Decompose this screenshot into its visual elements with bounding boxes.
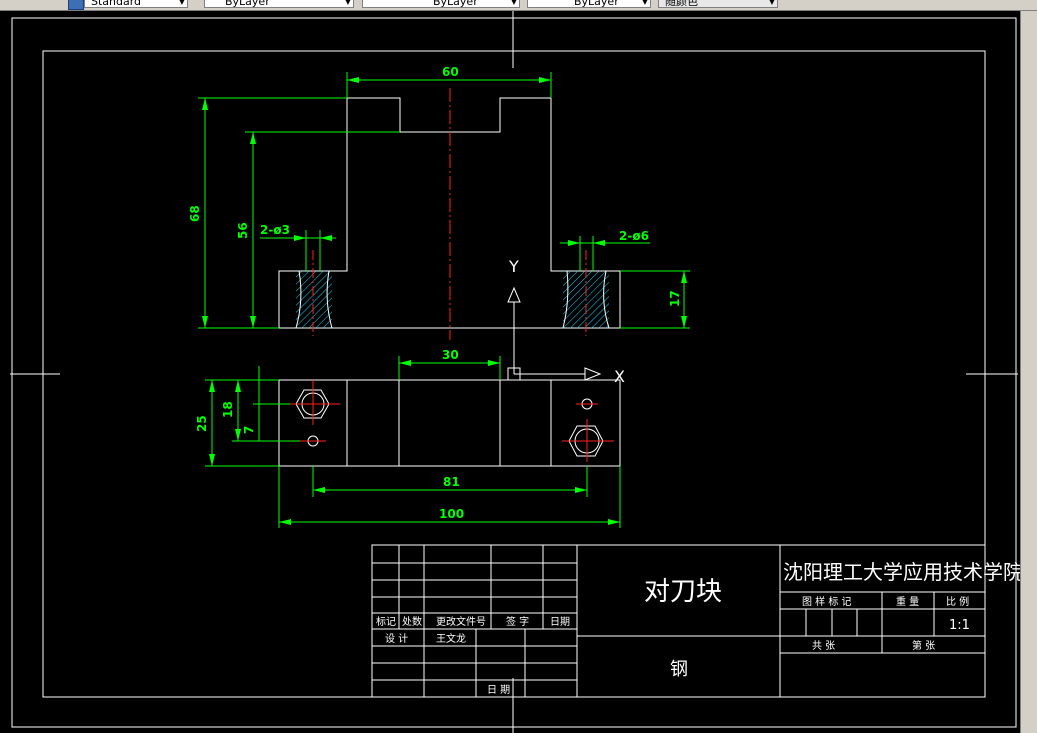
dim-17: 17	[668, 290, 682, 307]
dim-30: 30	[442, 348, 459, 362]
dimension-lines	[198, 72, 690, 528]
design-label: 设 计	[385, 632, 408, 645]
dim-2-dia6: 2-ø6	[619, 229, 649, 243]
front-view	[278, 88, 621, 340]
part-name: 对刀块	[644, 577, 722, 607]
properties-toolbar: Standard ▼ ByLayer ▼ ByLayer ▼ ByLayer ▼ 随颜色…	[0, 0, 1037, 11]
chevron-down-icon: ▼	[641, 0, 648, 6]
text-style-icon[interactable]	[68, 0, 84, 10]
chevron-down-icon: ▼	[344, 0, 351, 6]
lineweight-dropdown[interactable]: ByLayer ▼	[527, 0, 651, 8]
linetype-dropdown[interactable]: ByLayer ▼	[362, 0, 520, 8]
col-date: 日期	[550, 616, 570, 628]
sheet-no: 第 张	[912, 639, 935, 652]
scale-label: 比 例	[946, 595, 969, 608]
chevron-down-icon: ▼	[768, 0, 775, 6]
col-mark: 标记	[376, 616, 396, 628]
dim-25: 25	[195, 415, 209, 432]
cad-drawing-canvas[interactable]: Y X 60 68 56 2-ø3 2-ø6 17 30 25 18 7 81 …	[0, 11, 1020, 733]
x-axis-label: X	[614, 367, 625, 386]
material: 钢	[670, 659, 688, 680]
date-label: 日 期	[487, 684, 510, 696]
dim-18: 18	[221, 401, 235, 418]
dimension-arrows	[202, 77, 687, 525]
col-sign: 签 字	[506, 615, 529, 628]
school-name: 沈阳理工大学应用技术学院	[783, 560, 1020, 584]
col-count: 处数	[402, 615, 422, 628]
layer-dropdown[interactable]: ByLayer ▼	[204, 0, 354, 8]
vertical-scrollbar[interactable]	[1020, 11, 1037, 733]
col-change-doc: 更改文件号	[436, 615, 486, 628]
plotstyle-dropdown[interactable]: 随颜色 ▼	[658, 0, 778, 8]
dim-68: 68	[188, 205, 202, 222]
left-bore-hatch	[296, 271, 332, 328]
text-style-dropdown[interactable]: Standard ▼	[84, 0, 188, 8]
weight-label: 重 量	[896, 595, 919, 608]
chevron-down-icon: ▼	[178, 0, 185, 6]
dim-100: 100	[439, 507, 464, 521]
total-sheets: 共 张	[812, 640, 835, 652]
dim-56: 56	[236, 222, 250, 239]
dim-2-dia3: 2-ø3	[260, 223, 290, 237]
dim-81: 81	[443, 475, 460, 489]
chevron-down-icon: ▼	[510, 0, 517, 6]
designer-name: 王文龙	[436, 632, 466, 645]
scale-value: 1:1	[949, 618, 970, 633]
stage-label: 图 样 标 记	[802, 595, 852, 608]
top-view	[278, 379, 621, 467]
dim-7: 7	[242, 426, 256, 434]
dim-60: 60	[442, 65, 459, 79]
y-axis-label: Y	[508, 257, 519, 276]
